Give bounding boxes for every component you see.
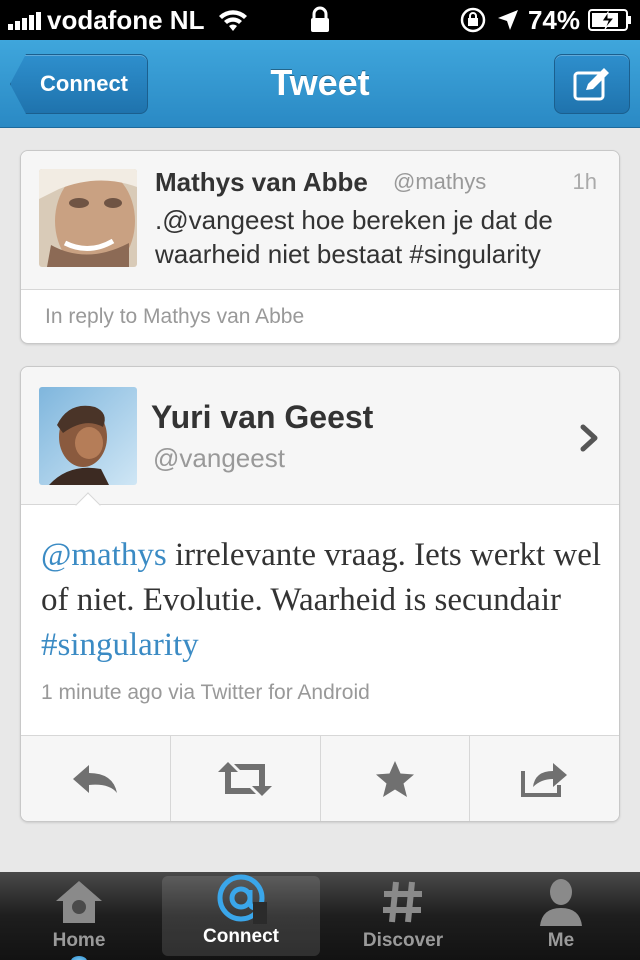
wifi-icon	[219, 10, 248, 31]
location-arrow-icon	[497, 10, 518, 30]
author-row[interactable]: Yuri van Geest @vangeest	[21, 367, 619, 505]
carrier-name: vodafone NL	[47, 4, 205, 35]
person-icon	[540, 879, 582, 926]
retweet-button[interactable]	[171, 736, 321, 821]
retweet-icon	[218, 761, 273, 796]
tab-home[interactable]: Home	[0, 872, 158, 960]
tab-label: Me	[547, 930, 575, 951]
reply-button[interactable]	[21, 736, 171, 821]
battery-percent: 74%	[527, 4, 580, 35]
unread-indicator	[71, 956, 87, 960]
author-handle: @vangeest	[153, 443, 285, 473]
tweet-time: 1h	[572, 169, 597, 194]
tab-me[interactable]: Me	[482, 872, 640, 960]
hashtag-link[interactable]: #singularity	[41, 627, 199, 663]
favorite-icon	[375, 760, 414, 797]
page-title: Tweet	[270, 62, 370, 103]
chevron-right-icon[interactable]	[579, 423, 601, 453]
battery-icon	[588, 9, 631, 31]
mention-link[interactable]: @mathys	[41, 537, 167, 573]
tab-label: Discover	[362, 930, 444, 951]
navigation-bar: Connect Tweet	[0, 40, 640, 128]
lock-icon	[311, 6, 329, 32]
tab-label: Home	[52, 930, 106, 951]
tab-discover[interactable]: Discover	[324, 872, 482, 960]
hash-icon	[383, 881, 422, 923]
compose-button[interactable]	[554, 54, 630, 114]
compose-icon	[573, 68, 609, 101]
tab-connect[interactable]: Connect	[162, 874, 320, 956]
tab-label: Connect	[203, 926, 279, 947]
reply-tweet-card[interactable]: Mathys van Abbe @mathys 1h .@vangeest ho…	[20, 150, 620, 344]
tweet-text: @mathys irrelevante vraag. Iets werkt we…	[41, 533, 611, 668]
reply-icon	[73, 764, 118, 793]
author-name: Mathys van Abbe	[155, 167, 368, 197]
share-button[interactable]	[470, 736, 619, 821]
main-tweet-card: Yuri van Geest @vangeest @mathys irrelev…	[20, 366, 620, 822]
home-icon	[56, 881, 102, 923]
in-reply-to: In reply to Mathys van Abbe	[21, 289, 619, 343]
share-icon	[520, 762, 567, 797]
tweet-actions	[21, 735, 619, 821]
avatar[interactable]	[39, 169, 137, 267]
signal-strength-icon	[8, 10, 41, 30]
rotation-lock-icon	[460, 7, 486, 33]
author-handle: @mathys	[393, 169, 487, 194]
tweet-meta: 1 minute ago via Twitter for Android	[41, 681, 370, 704]
at-icon	[217, 874, 267, 924]
author-name: Yuri van Geest	[151, 399, 374, 435]
status-bar: vodafone NL 74%	[0, 0, 640, 40]
avatar[interactable]	[39, 387, 137, 485]
favorite-button[interactable]	[321, 736, 471, 821]
tweet-text: .@vangeest hoe bereken je dat de waarhei…	[155, 205, 553, 269]
tab-bar: Home Connect Discover Me	[0, 872, 640, 960]
